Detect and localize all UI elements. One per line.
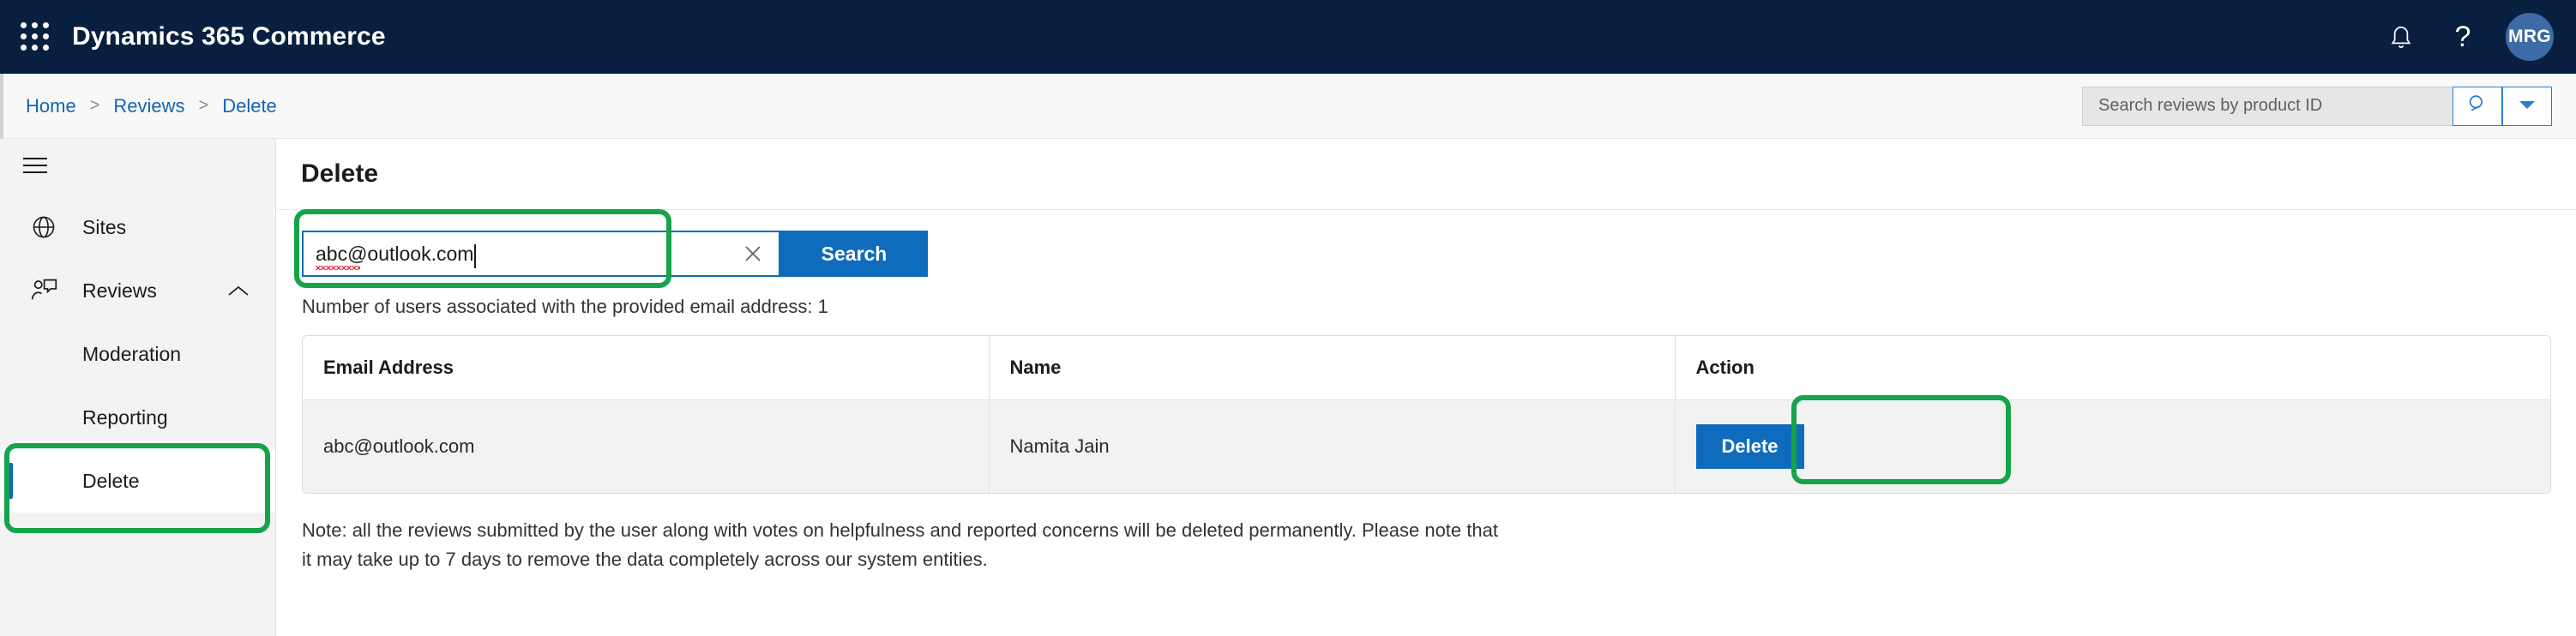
question-mark-icon: ? <box>2454 21 2471 53</box>
bell-icon <box>2388 23 2414 51</box>
clear-x-icon[interactable] <box>743 243 763 264</box>
global-search <box>2082 86 2552 126</box>
chevron-down-icon <box>2519 99 2535 114</box>
sidebar-item-delete[interactable]: Delete <box>0 449 275 513</box>
sidebar-navigation: Sites Reviews Moderation Reporting Delet… <box>0 139 276 636</box>
sidebar-item-reviews[interactable]: Reviews <box>0 259 275 322</box>
sidebar-item-sites[interactable]: Sites <box>0 195 275 259</box>
table-header-row: Email Address Name Action <box>303 336 2550 400</box>
sidebar-item-moderation[interactable]: Moderation <box>0 322 275 386</box>
suite-header-bar: Dynamics 365 Commerce ? MRG <box>0 0 2576 74</box>
table-row: abc@outlook.com Namita Jain Delete <box>303 399 2550 493</box>
global-search-input[interactable] <box>2082 86 2453 126</box>
app-launcher-waffle-icon[interactable] <box>21 22 50 51</box>
spellcheck-underline <box>316 265 360 270</box>
email-search-value: abc@outlook.com <box>316 242 474 270</box>
email-search-text: abc@outlook.com <box>316 242 474 265</box>
sidebar-item-label: Delete <box>82 469 140 492</box>
sidebar-item-label: Sites <box>82 215 127 238</box>
breadcrumb-bar: Home > Reviews > Delete <box>0 74 2576 139</box>
sidebar-item-label: Reviews <box>82 279 157 302</box>
row-delete-button[interactable]: Delete <box>1695 424 1804 469</box>
users-table: Email Address Name Action abc@outlook.co… <box>302 335 2551 494</box>
cell-email-address: abc@outlook.com <box>303 399 989 493</box>
chevron-up-icon[interactable] <box>227 285 250 297</box>
sidebar-item-label: Reporting <box>82 405 168 429</box>
page-title: Delete <box>301 159 379 188</box>
avatar[interactable]: MRG <box>2506 13 2554 61</box>
text-caret <box>474 244 477 268</box>
email-search-row: abc@outlook.com Search <box>302 231 928 277</box>
breadcrumb-item-reviews[interactable]: Reviews <box>111 93 186 119</box>
column-header-action: Action <box>1674 336 2550 400</box>
sidebar-collapse-button[interactable] <box>0 139 275 195</box>
result-count-text: Number of users associated with the prov… <box>302 296 828 317</box>
magnifier-icon <box>2466 93 2489 119</box>
breadcrumb-separator: > <box>89 96 100 115</box>
email-search-button[interactable]: Search <box>780 231 928 277</box>
deletion-note: Note: all the reviews submitted by the u… <box>302 519 1498 571</box>
title-divider <box>277 209 2576 210</box>
cell-action: Delete <box>1674 399 2550 493</box>
suite-header-actions: ? MRG <box>2370 0 2576 74</box>
globe-icon <box>24 214 63 240</box>
breadcrumb-separator: > <box>198 96 209 115</box>
global-search-submit-button[interactable] <box>2453 86 2502 126</box>
app-title: Dynamics 365 Commerce <box>72 22 386 51</box>
breadcrumb-item-home[interactable]: Home <box>24 93 78 119</box>
sidebar-item-reporting[interactable]: Reporting <box>0 386 275 449</box>
notifications-button[interactable] <box>2370 0 2432 74</box>
cell-name: Namita Jain <box>988 399 1675 493</box>
breadcrumb: Home > Reviews > Delete <box>24 93 279 119</box>
global-search-dropdown-button[interactable] <box>2502 86 2552 126</box>
column-header-name: Name <box>988 336 1675 400</box>
column-header-email-address: Email Address <box>303 336 989 400</box>
sidebar-item-label: Moderation <box>82 342 182 365</box>
help-button[interactable]: ? <box>2432 0 2494 74</box>
hamburger-menu-icon <box>22 156 48 179</box>
main-content: Delete abc@outlook.com Search Number of … <box>277 139 2576 636</box>
person-review-icon <box>24 278 63 303</box>
breadcrumb-item-delete[interactable]: Delete <box>220 93 279 119</box>
email-search-field[interactable]: abc@outlook.com <box>302 231 780 277</box>
